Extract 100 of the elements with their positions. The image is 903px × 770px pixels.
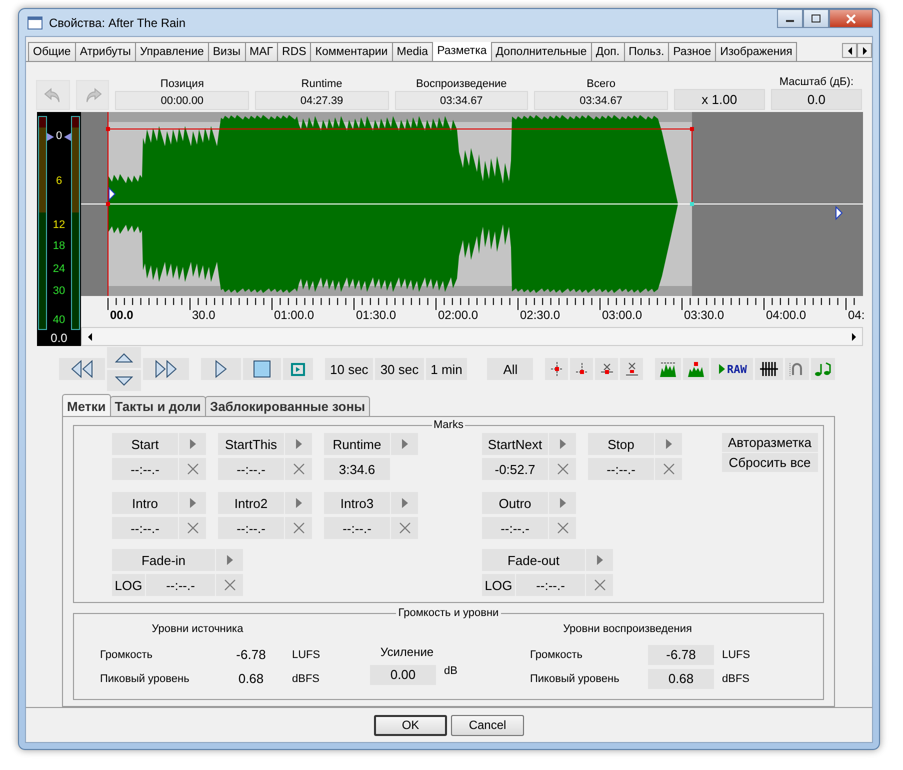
clear-mark-button[interactable] <box>285 458 312 480</box>
tab[interactable]: Атрибуты <box>74 42 136 61</box>
play-mark-button[interactable] <box>549 433 576 455</box>
dialog-button[interactable]: OK <box>374 714 447 736</box>
scroll-right-button[interactable] <box>857 43 872 58</box>
music-button[interactable] <box>811 358 836 380</box>
tab[interactable]: Комментарии <box>310 42 393 61</box>
fast-forward-button[interactable] <box>143 358 189 380</box>
column-title: Уровни источника <box>150 623 244 635</box>
play-mark-button[interactable] <box>655 433 682 455</box>
tab[interactable]: Разметка <box>432 42 492 61</box>
spectrum-icon <box>687 360 706 378</box>
tab[interactable]: Дополнительные <box>490 42 592 61</box>
tab[interactable]: Media <box>392 42 434 61</box>
tab[interactable]: RDS <box>277 42 312 61</box>
mark-time-field[interactable]: --:--.- <box>218 517 284 539</box>
play-icon <box>718 363 726 375</box>
play-mark-button[interactable] <box>179 492 206 514</box>
zoom-button[interactable]: All <box>487 358 534 380</box>
mark-time-field[interactable]: --:--.- <box>218 458 284 480</box>
marker-icon <box>574 363 589 375</box>
down-button[interactable] <box>107 370 141 391</box>
play-mark-button[interactable] <box>285 492 312 514</box>
mark-time-field[interactable]: --:--.- <box>324 517 390 539</box>
clear-mark-button[interactable] <box>549 458 576 480</box>
play-mark-button[interactable] <box>216 549 243 571</box>
tab[interactable]: Такты и доли <box>110 396 206 416</box>
mark-time-field[interactable]: --:--.- <box>516 574 585 596</box>
mark-name: Stop <box>588 433 654 455</box>
beat-grid-button[interactable] <box>755 358 784 380</box>
tab[interactable]: Управление <box>134 42 209 61</box>
play-mark-button[interactable] <box>391 433 418 455</box>
mark-name: Runtime <box>324 433 390 455</box>
loop-button[interactable] <box>283 358 313 380</box>
tab[interactable]: Изображения <box>715 42 798 61</box>
maximize-button[interactable] <box>803 9 829 28</box>
mark-time-field[interactable]: --:--.- <box>482 517 548 539</box>
window-title: Свойства: After The Rain <box>49 16 187 30</box>
zoom-button[interactable]: 30 sec <box>375 358 424 380</box>
raw-button[interactable]: RAW <box>711 358 754 380</box>
tab[interactable]: Метки <box>62 394 111 416</box>
tab[interactable]: Общие <box>28 42 76 61</box>
marker-icon <box>550 362 564 376</box>
marker-button[interactable] <box>595 358 618 380</box>
clear-mark-button[interactable] <box>285 517 312 539</box>
spectrum-button[interactable] <box>683 358 710 380</box>
tab[interactable]: Заблокированные зоны <box>204 396 370 416</box>
play-mark-button[interactable] <box>549 492 576 514</box>
play-button[interactable] <box>201 358 241 380</box>
up-button[interactable] <box>107 347 141 368</box>
minimize-button[interactable] <box>777 9 803 28</box>
mark-time-field[interactable]: 3:34.6 <box>324 458 390 480</box>
play-mark-button[interactable] <box>179 433 206 455</box>
clear-mark-button[interactable] <box>179 458 206 480</box>
tab[interactable]: МАГ <box>244 42 278 61</box>
play-mark-button[interactable] <box>391 492 418 514</box>
mark-time-field[interactable]: --:--.- <box>146 574 215 596</box>
redo-button[interactable] <box>76 80 110 110</box>
marker-button[interactable] <box>620 358 644 380</box>
stop-button[interactable] <box>243 358 281 380</box>
clear-mark-button[interactable] <box>179 517 206 539</box>
magnet-button[interactable] <box>785 358 810 380</box>
rewind-button[interactable] <box>59 358 105 380</box>
level-label: Громкость <box>100 649 154 661</box>
close-button[interactable] <box>829 9 873 28</box>
tab[interactable]: Визы <box>208 42 246 61</box>
tab[interactable]: Польз. <box>624 42 670 61</box>
marks-action-button[interactable]: Сбросить все <box>722 453 818 472</box>
marks-action-button[interactable]: Авторазметка <box>722 433 818 452</box>
gain-field[interactable]: 0.00 <box>370 665 436 685</box>
play-mark-button[interactable] <box>285 433 312 455</box>
marker-button[interactable] <box>570 358 594 380</box>
play-mark-button[interactable] <box>586 549 613 571</box>
clear-mark-button[interactable] <box>391 517 418 539</box>
clear-mark-button[interactable] <box>655 458 682 480</box>
clear-mark-button[interactable] <box>586 574 613 596</box>
spectrum-button[interactable] <box>655 358 682 380</box>
mark-time-field[interactable]: --:--.- <box>112 517 178 539</box>
marker-button[interactable] <box>545 358 568 380</box>
close-icon <box>186 522 198 534</box>
tab[interactable]: Доп. <box>590 42 625 61</box>
zoom-button[interactable]: 1 min <box>426 358 468 380</box>
mark-time-field[interactable]: -0:52.7 <box>482 458 548 480</box>
clear-mark-button[interactable] <box>216 574 243 596</box>
scroll-left-button[interactable] <box>842 43 857 58</box>
clear-mark-button[interactable] <box>549 517 576 539</box>
horizontal-scrollbar[interactable] <box>81 327 863 346</box>
dialog-button[interactable]: Cancel <box>451 714 524 736</box>
undo-button[interactable] <box>36 80 70 110</box>
play-icon <box>558 438 566 450</box>
meter-scale-label: 0 <box>54 130 64 143</box>
mark-time-field[interactable]: --:--.- <box>588 458 654 480</box>
play-icon <box>294 497 302 509</box>
time-label: 30.0 <box>192 308 216 322</box>
spectrum-icon <box>659 360 678 378</box>
tab[interactable]: Разное <box>668 42 716 61</box>
counter-value: 00:00.00 <box>115 91 249 110</box>
time-label: 01:30.0 <box>356 308 396 322</box>
zoom-button[interactable]: 10 sec <box>325 358 374 380</box>
mark-time-field[interactable]: --:--.- <box>112 458 178 480</box>
